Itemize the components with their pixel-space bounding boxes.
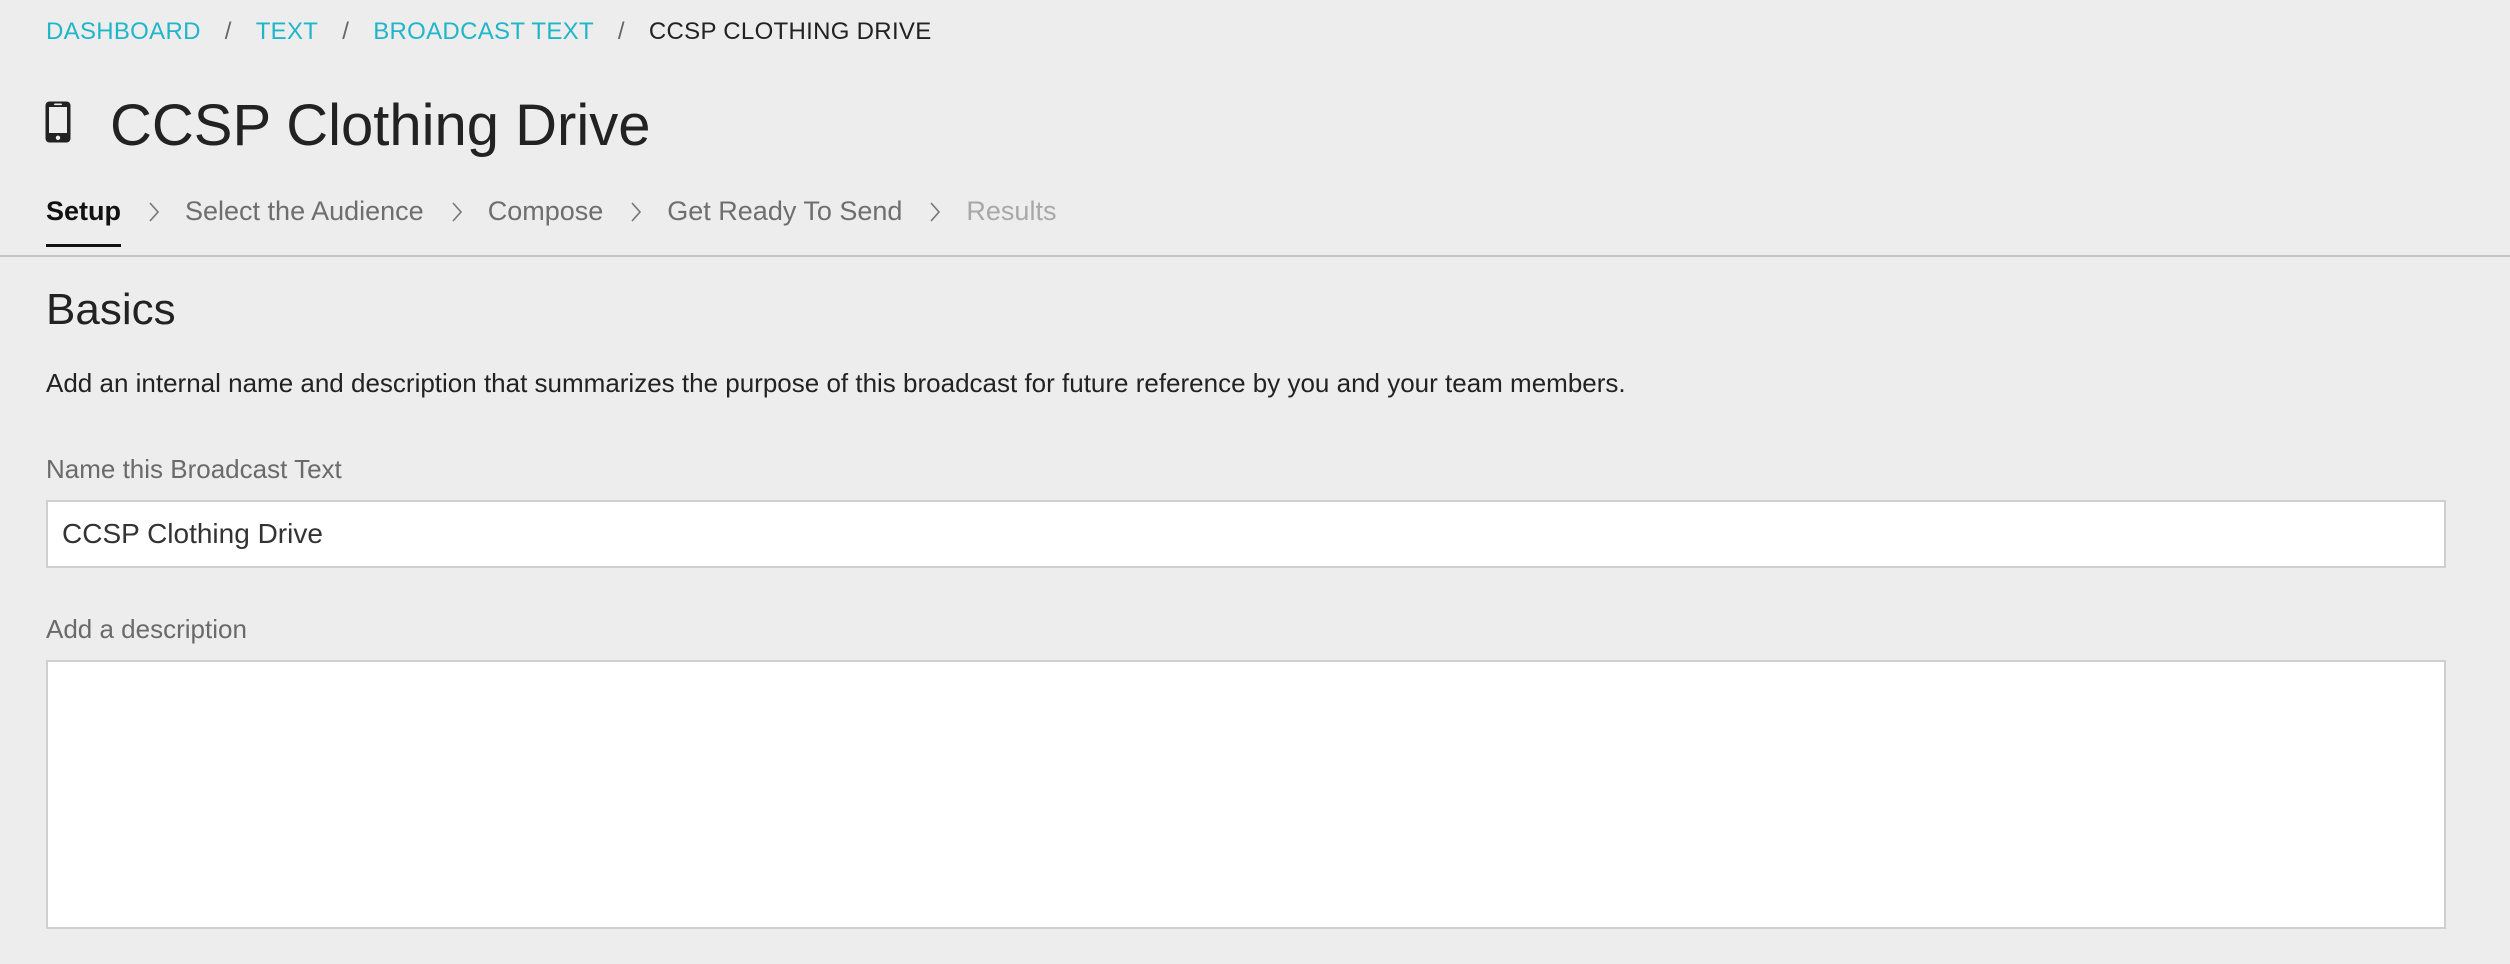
page-title: CCSP Clothing Drive [110, 93, 651, 158]
breadcrumb-dashboard-link[interactable]: DASHBOARD [46, 18, 201, 46]
step-select-audience[interactable]: Select the Audience [185, 196, 424, 245]
breadcrumb-separator: / [617, 18, 625, 45]
mobile-phone-icon [45, 101, 71, 143]
steps-divider [0, 255, 2510, 257]
section-description: Add an internal name and description tha… [46, 368, 1626, 398]
chevron-right-icon [149, 201, 160, 222]
breadcrumb-current: CCSP CLOTHING DRIVE [648, 18, 932, 45]
chevron-right-icon [930, 201, 941, 222]
chevron-right-icon [631, 201, 642, 222]
step-results: Results [966, 196, 1057, 226]
breadcrumb-broadcast-text-link[interactable]: BROADCAST TEXT [373, 18, 594, 46]
page-header: CCSP Clothing Drive [44, 90, 650, 162]
step-get-ready-to-send[interactable]: Get Ready To Send [667, 196, 902, 245]
section-heading: Basics [46, 285, 176, 334]
step-compose[interactable]: Compose [488, 196, 604, 245]
description-field-label: Add a description [46, 614, 247, 644]
breadcrumb-text-link[interactable]: TEXT [256, 18, 319, 46]
breadcrumb-separator: / [224, 18, 232, 45]
breadcrumb: DASHBOARD / TEXT / BROADCAST TEXT / CCSP… [46, 18, 932, 46]
wizard-steps: Setup Select the Audience Compose Get Re… [46, 196, 1057, 247]
broadcast-name-input[interactable] [46, 500, 2446, 568]
name-field-label: Name this Broadcast Text [46, 454, 342, 484]
step-setup[interactable]: Setup [46, 196, 122, 247]
chevron-right-icon [452, 201, 462, 222]
broadcast-description-textarea[interactable] [46, 660, 2446, 929]
breadcrumb-separator: / [342, 18, 350, 45]
